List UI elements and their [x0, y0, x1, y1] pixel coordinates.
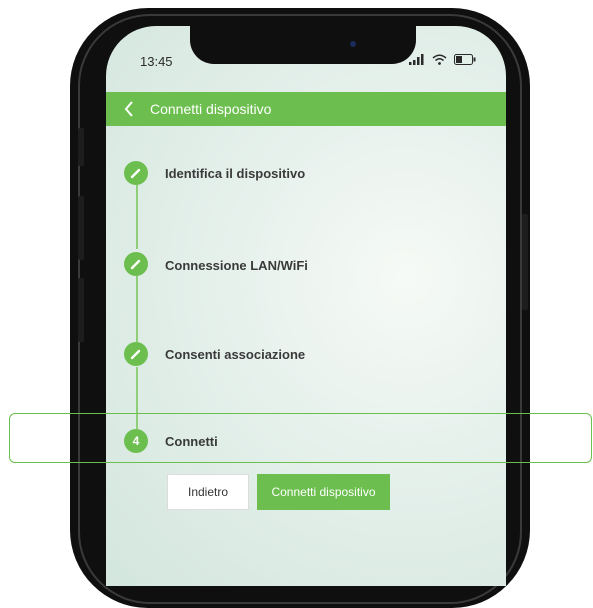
battery-icon — [454, 54, 476, 65]
current-step-highlight — [9, 413, 592, 463]
step-2-edit-icon[interactable] — [124, 252, 148, 276]
step-connector — [136, 185, 138, 249]
camera-icon — [350, 41, 356, 47]
app-header: Connetti dispositivo — [106, 92, 506, 126]
back-chevron-icon[interactable] — [112, 92, 146, 126]
connect-device-button[interactable]: Connetti dispositivo — [257, 474, 390, 510]
header-title: Connetti dispositivo — [150, 101, 272, 117]
volume-down-button — [78, 278, 84, 342]
step-2-label: Connessione LAN/WiFi — [165, 258, 308, 273]
mute-switch — [78, 128, 84, 166]
step-connector — [136, 276, 138, 342]
step-1-edit-icon[interactable] — [124, 161, 148, 185]
status-icons — [409, 54, 476, 65]
volume-up-button — [78, 196, 84, 260]
back-button[interactable]: Indietro — [167, 474, 249, 510]
step-1-label: Identifica il dispositivo — [165, 166, 306, 181]
wifi-icon — [432, 54, 447, 65]
step-3-label: Consenti associazione — [165, 347, 306, 362]
status-time: 13:45 — [140, 54, 173, 69]
power-button — [522, 214, 528, 310]
signal-icon — [409, 54, 424, 65]
step-3-edit-icon[interactable] — [124, 342, 148, 366]
notch — [190, 26, 416, 64]
